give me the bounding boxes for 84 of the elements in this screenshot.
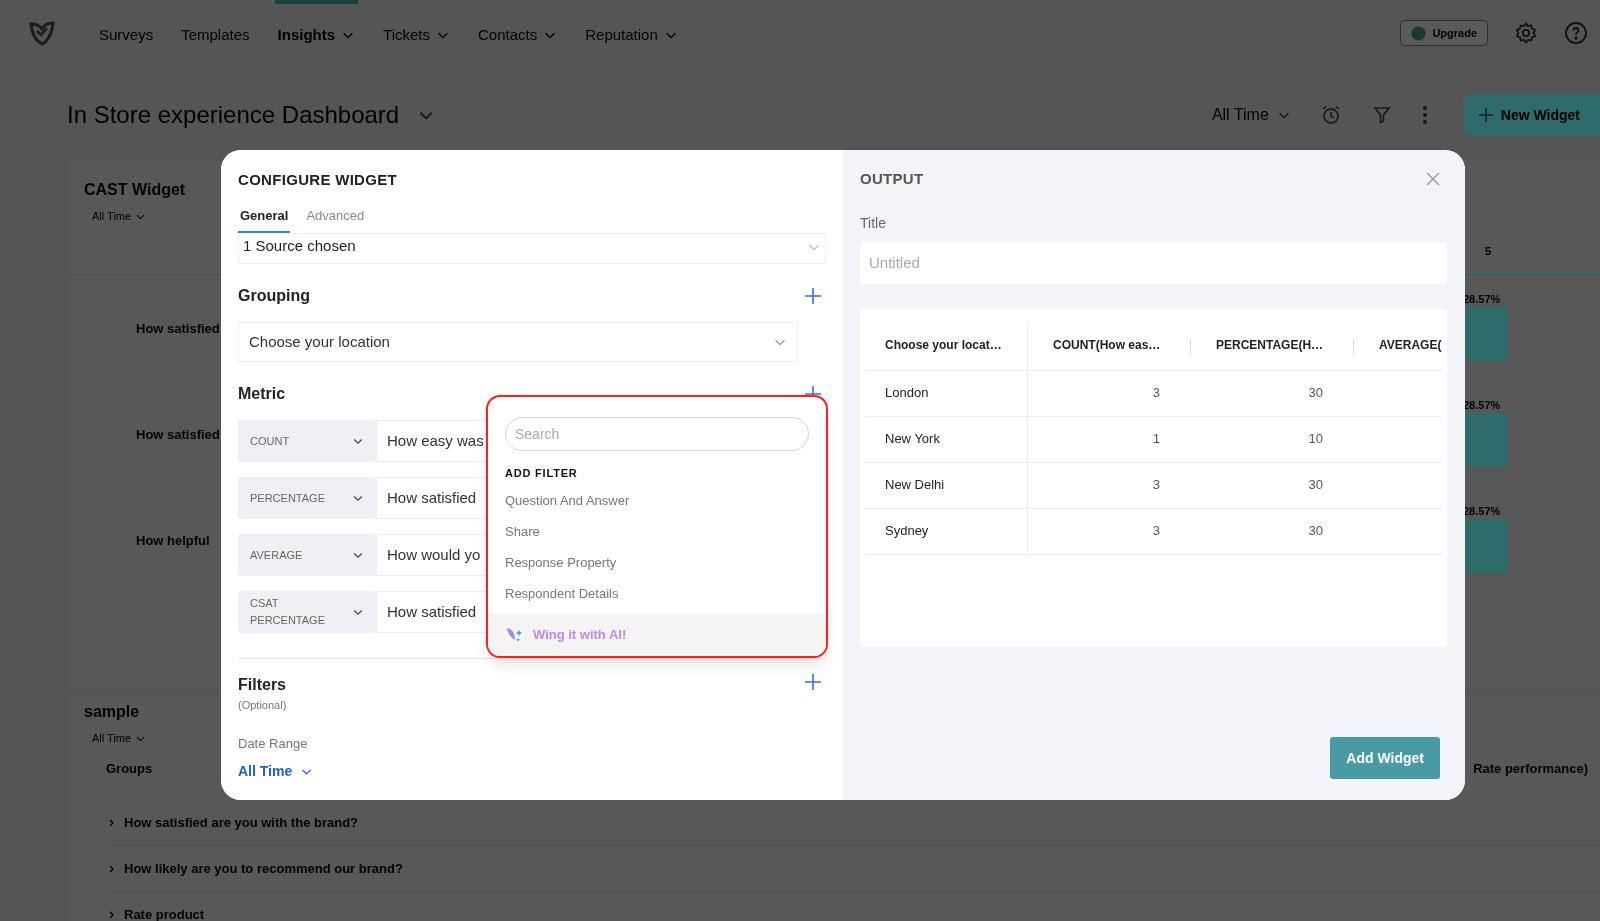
nav-tab[interactable]: Templates	[178, 0, 253, 66]
nav-tab[interactable]: Insights	[274, 0, 359, 66]
question-label: How helpful	[136, 531, 210, 550]
menu-item[interactable]: Respondent Details	[488, 578, 826, 610]
group-row-label: How likely are you to recommend our brand?	[124, 859, 403, 878]
field-label: Date Range	[238, 734, 309, 753]
dialog-title: CONFIGURE WIDGET	[238, 170, 398, 190]
table-cell-text: 1	[1152, 430, 1160, 449]
table-cell-text: 30	[1308, 476, 1323, 495]
alarm-clock-icon[interactable]	[1320, 105, 1341, 125]
menu-heading: ADD FILTER	[505, 466, 579, 481]
source-select[interactable]: 1 Source chosen	[238, 234, 826, 264]
time-range-select[interactable]: All Time	[1211, 103, 1291, 127]
search-field[interactable]: Search	[505, 417, 809, 451]
aggregate-select[interactable]: AVERAGE	[238, 534, 376, 576]
tab[interactable]: General	[238, 205, 291, 233]
dashboard-title: In Store experience Dashboard	[67, 100, 400, 130]
bar	[1463, 519, 1508, 573]
menu-item[interactable]: Share	[488, 516, 826, 548]
question-label: How satisfied	[136, 425, 220, 444]
time-range-select[interactable]: All Time	[92, 208, 147, 225]
grouping-select[interactable]: Choose your location	[238, 322, 798, 362]
table-cell-text: New Delhi	[885, 476, 945, 495]
sparkle-feather-icon	[505, 626, 523, 644]
table-cell-text: 30	[1308, 384, 1323, 403]
field-label: Title	[860, 213, 887, 233]
section-label: Filters	[238, 675, 287, 695]
add-widget-button[interactable]: Add Widget	[1330, 737, 1440, 779]
column-header: Rate performance)	[1473, 759, 1588, 778]
bar	[1463, 413, 1508, 467]
help-icon[interactable]	[1564, 21, 1588, 45]
percentage-label: 28.57%	[1463, 397, 1502, 413]
nav-tab[interactable]: Contacts	[475, 0, 561, 66]
new-widget-button[interactable]: New Widget	[1462, 94, 1600, 136]
ai-menu-item[interactable]: Wing it with AI!	[488, 614, 826, 656]
column-header: PERCENTAGE(H…	[1216, 337, 1324, 354]
table-cell-text: 3	[1152, 476, 1160, 495]
table-cell-text: 30	[1308, 522, 1323, 541]
close-icon[interactable]	[1426, 172, 1440, 187]
table-cell-text: 3	[1152, 384, 1160, 403]
column-header: AVERAGE(	[1379, 337, 1442, 354]
chevron-right-icon[interactable]	[108, 910, 116, 919]
group-row-label: Rate product	[124, 905, 205, 921]
upgrade-button[interactable]: Upgrade	[1400, 20, 1488, 46]
arrow-up-icon	[1411, 25, 1427, 41]
column-header: Groups	[106, 759, 153, 778]
chevron-right-icon[interactable]	[108, 818, 116, 827]
column-header: Choose your locat…	[885, 337, 1002, 354]
plus-icon[interactable]	[804, 673, 822, 691]
tab[interactable]: Advanced	[304, 205, 367, 233]
plus-icon	[1478, 108, 1493, 122]
percentage-label: 28.57%	[1463, 503, 1502, 519]
question-label: How satisfied	[136, 319, 220, 338]
filter-icon[interactable]	[1372, 106, 1391, 124]
time-range-select[interactable]: All Time	[92, 730, 147, 747]
output-title: OUTPUT	[860, 169, 924, 189]
group-row-label: How satisfied are you with the brand?	[124, 813, 359, 832]
plus-icon[interactable]	[804, 287, 822, 305]
title-field[interactable]: Untitled	[860, 241, 1447, 284]
column-header: COUNT(How eas…	[1053, 337, 1161, 354]
aggregate-select[interactable]: COUNT	[238, 420, 376, 462]
nav-tab[interactable]: Surveys	[96, 0, 157, 66]
table-cell-text: London	[885, 384, 929, 403]
table-cell-text: 10	[1308, 430, 1323, 449]
settings-icon[interactable]	[1514, 21, 1538, 45]
more-icon[interactable]	[1422, 106, 1427, 124]
section-label: Metric	[238, 384, 286, 404]
nav-tab[interactable]: Tickets	[380, 0, 454, 66]
chevron-right-icon[interactable]	[108, 864, 116, 873]
aggregate-select[interactable]: PERCENTAGE	[238, 477, 376, 519]
table-cell-text: Sydney	[885, 522, 929, 541]
bar	[1463, 307, 1508, 361]
table-cell-text: New York	[885, 430, 940, 449]
section-label: Grouping	[238, 286, 310, 306]
percentage-label: 28.57%	[1463, 291, 1502, 307]
menu-item[interactable]: Question And Answer	[488, 485, 826, 517]
table-cell-text: 3	[1152, 522, 1160, 541]
widget-title: sample	[84, 702, 140, 722]
widget-title: CAST Widget	[84, 180, 186, 200]
aggregate-select[interactable]: CSAT PERCENTAGE	[238, 591, 376, 633]
date-range-select[interactable]: All Time	[238, 761, 314, 782]
menu-item[interactable]: Response Property	[488, 547, 826, 579]
optional-hint: (Optional)	[238, 698, 287, 713]
nav-tab[interactable]: Reputation	[582, 0, 681, 66]
